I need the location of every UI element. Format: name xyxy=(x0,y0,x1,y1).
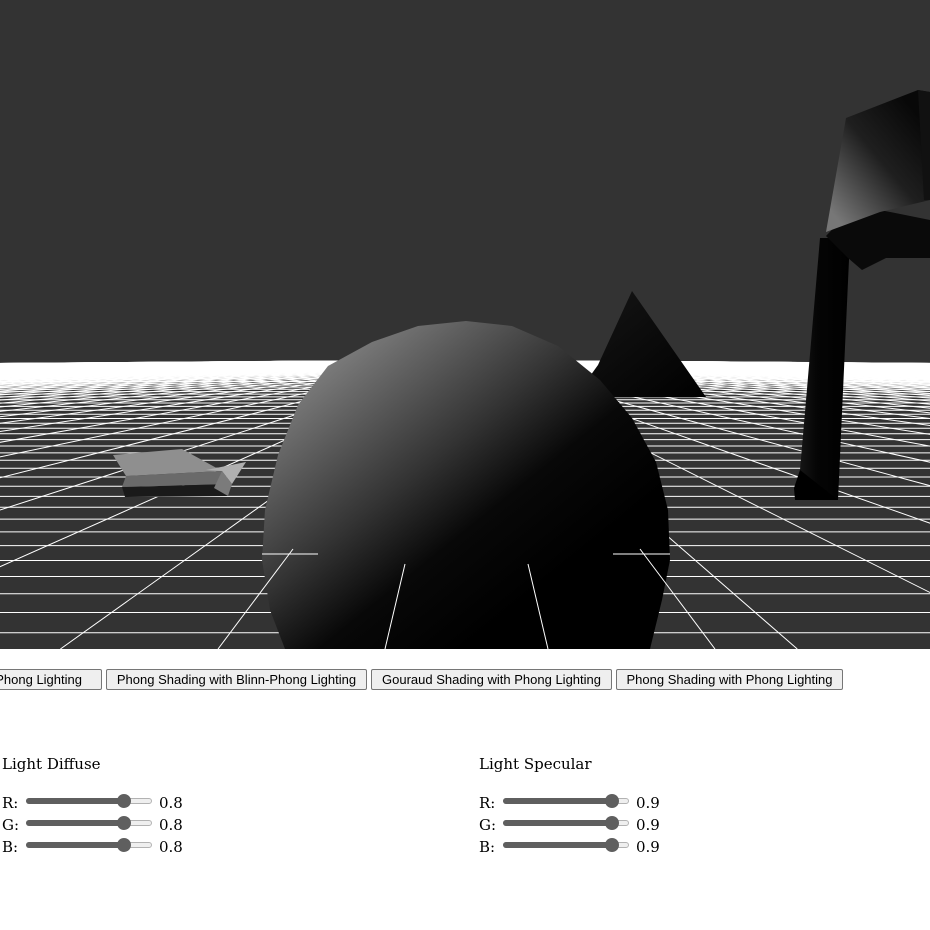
specular-r-label: R: xyxy=(479,794,496,812)
button-gouraud-blinn-phong[interactable]: Blinn-Phong Lighting xyxy=(0,669,102,690)
specular-g-slider[interactable] xyxy=(503,816,629,830)
diffuse-g-label: G: xyxy=(2,816,20,834)
specular-b-value: 0.9 xyxy=(636,838,660,856)
specular-b-label: B: xyxy=(479,838,496,856)
button-gouraud-phong[interactable]: Gouraud Shading with Phong Lighting xyxy=(371,669,612,690)
specular-r-thumb[interactable] xyxy=(605,794,619,808)
diffuse-g-row: G: 0.8 xyxy=(2,815,262,835)
specular-b-fill xyxy=(503,842,611,848)
diffuse-r-thumb[interactable] xyxy=(117,794,131,808)
diffuse-b-label: B: xyxy=(2,838,19,856)
diffuse-r-slider[interactable] xyxy=(26,794,152,808)
specular-g-thumb[interactable] xyxy=(605,816,619,830)
diffuse-g-thumb[interactable] xyxy=(117,816,131,830)
diffuse-r-row: R: 0.8 xyxy=(2,793,262,813)
diffuse-b-fill xyxy=(26,842,123,848)
diffuse-g-value: 0.8 xyxy=(159,816,183,834)
specular-g-row: G: 0.9 xyxy=(479,815,739,835)
specular-r-slider[interactable] xyxy=(503,794,629,808)
button-phong-blinn-phong[interactable]: Phong Shading with Blinn-Phong Lighting xyxy=(106,669,367,690)
scene-render xyxy=(0,0,930,649)
button-phong-phong[interactable]: Phong Shading with Phong Lighting xyxy=(616,669,843,690)
diffuse-g-fill xyxy=(26,820,123,826)
diffuse-r-value: 0.8 xyxy=(159,794,183,812)
specular-g-label: G: xyxy=(479,816,497,834)
diffuse-r-label: R: xyxy=(2,794,19,812)
specular-b-slider[interactable] xyxy=(503,838,629,852)
specular-r-row: R: 0.9 xyxy=(479,793,739,813)
diffuse-g-slider[interactable] xyxy=(26,816,152,830)
specular-g-value: 0.9 xyxy=(636,816,660,834)
specular-b-row: B: 0.9 xyxy=(479,837,739,857)
diffuse-b-row: B: 0.8 xyxy=(2,837,262,857)
diffuse-b-thumb[interactable] xyxy=(117,838,131,852)
diffuse-r-fill xyxy=(26,798,123,804)
specular-r-value: 0.9 xyxy=(636,794,660,812)
specular-b-thumb[interactable] xyxy=(605,838,619,852)
diffuse-b-value: 0.8 xyxy=(159,838,183,856)
light-diffuse-title: Light Diffuse xyxy=(2,755,101,773)
diffuse-b-slider[interactable] xyxy=(26,838,152,852)
webgl-canvas[interactable] xyxy=(0,0,930,649)
specular-g-fill xyxy=(503,820,611,826)
shading-button-row: Blinn-Phong Lighting Phong Shading with … xyxy=(0,669,930,691)
specular-r-fill xyxy=(503,798,611,804)
light-specular-title: Light Specular xyxy=(479,755,592,773)
